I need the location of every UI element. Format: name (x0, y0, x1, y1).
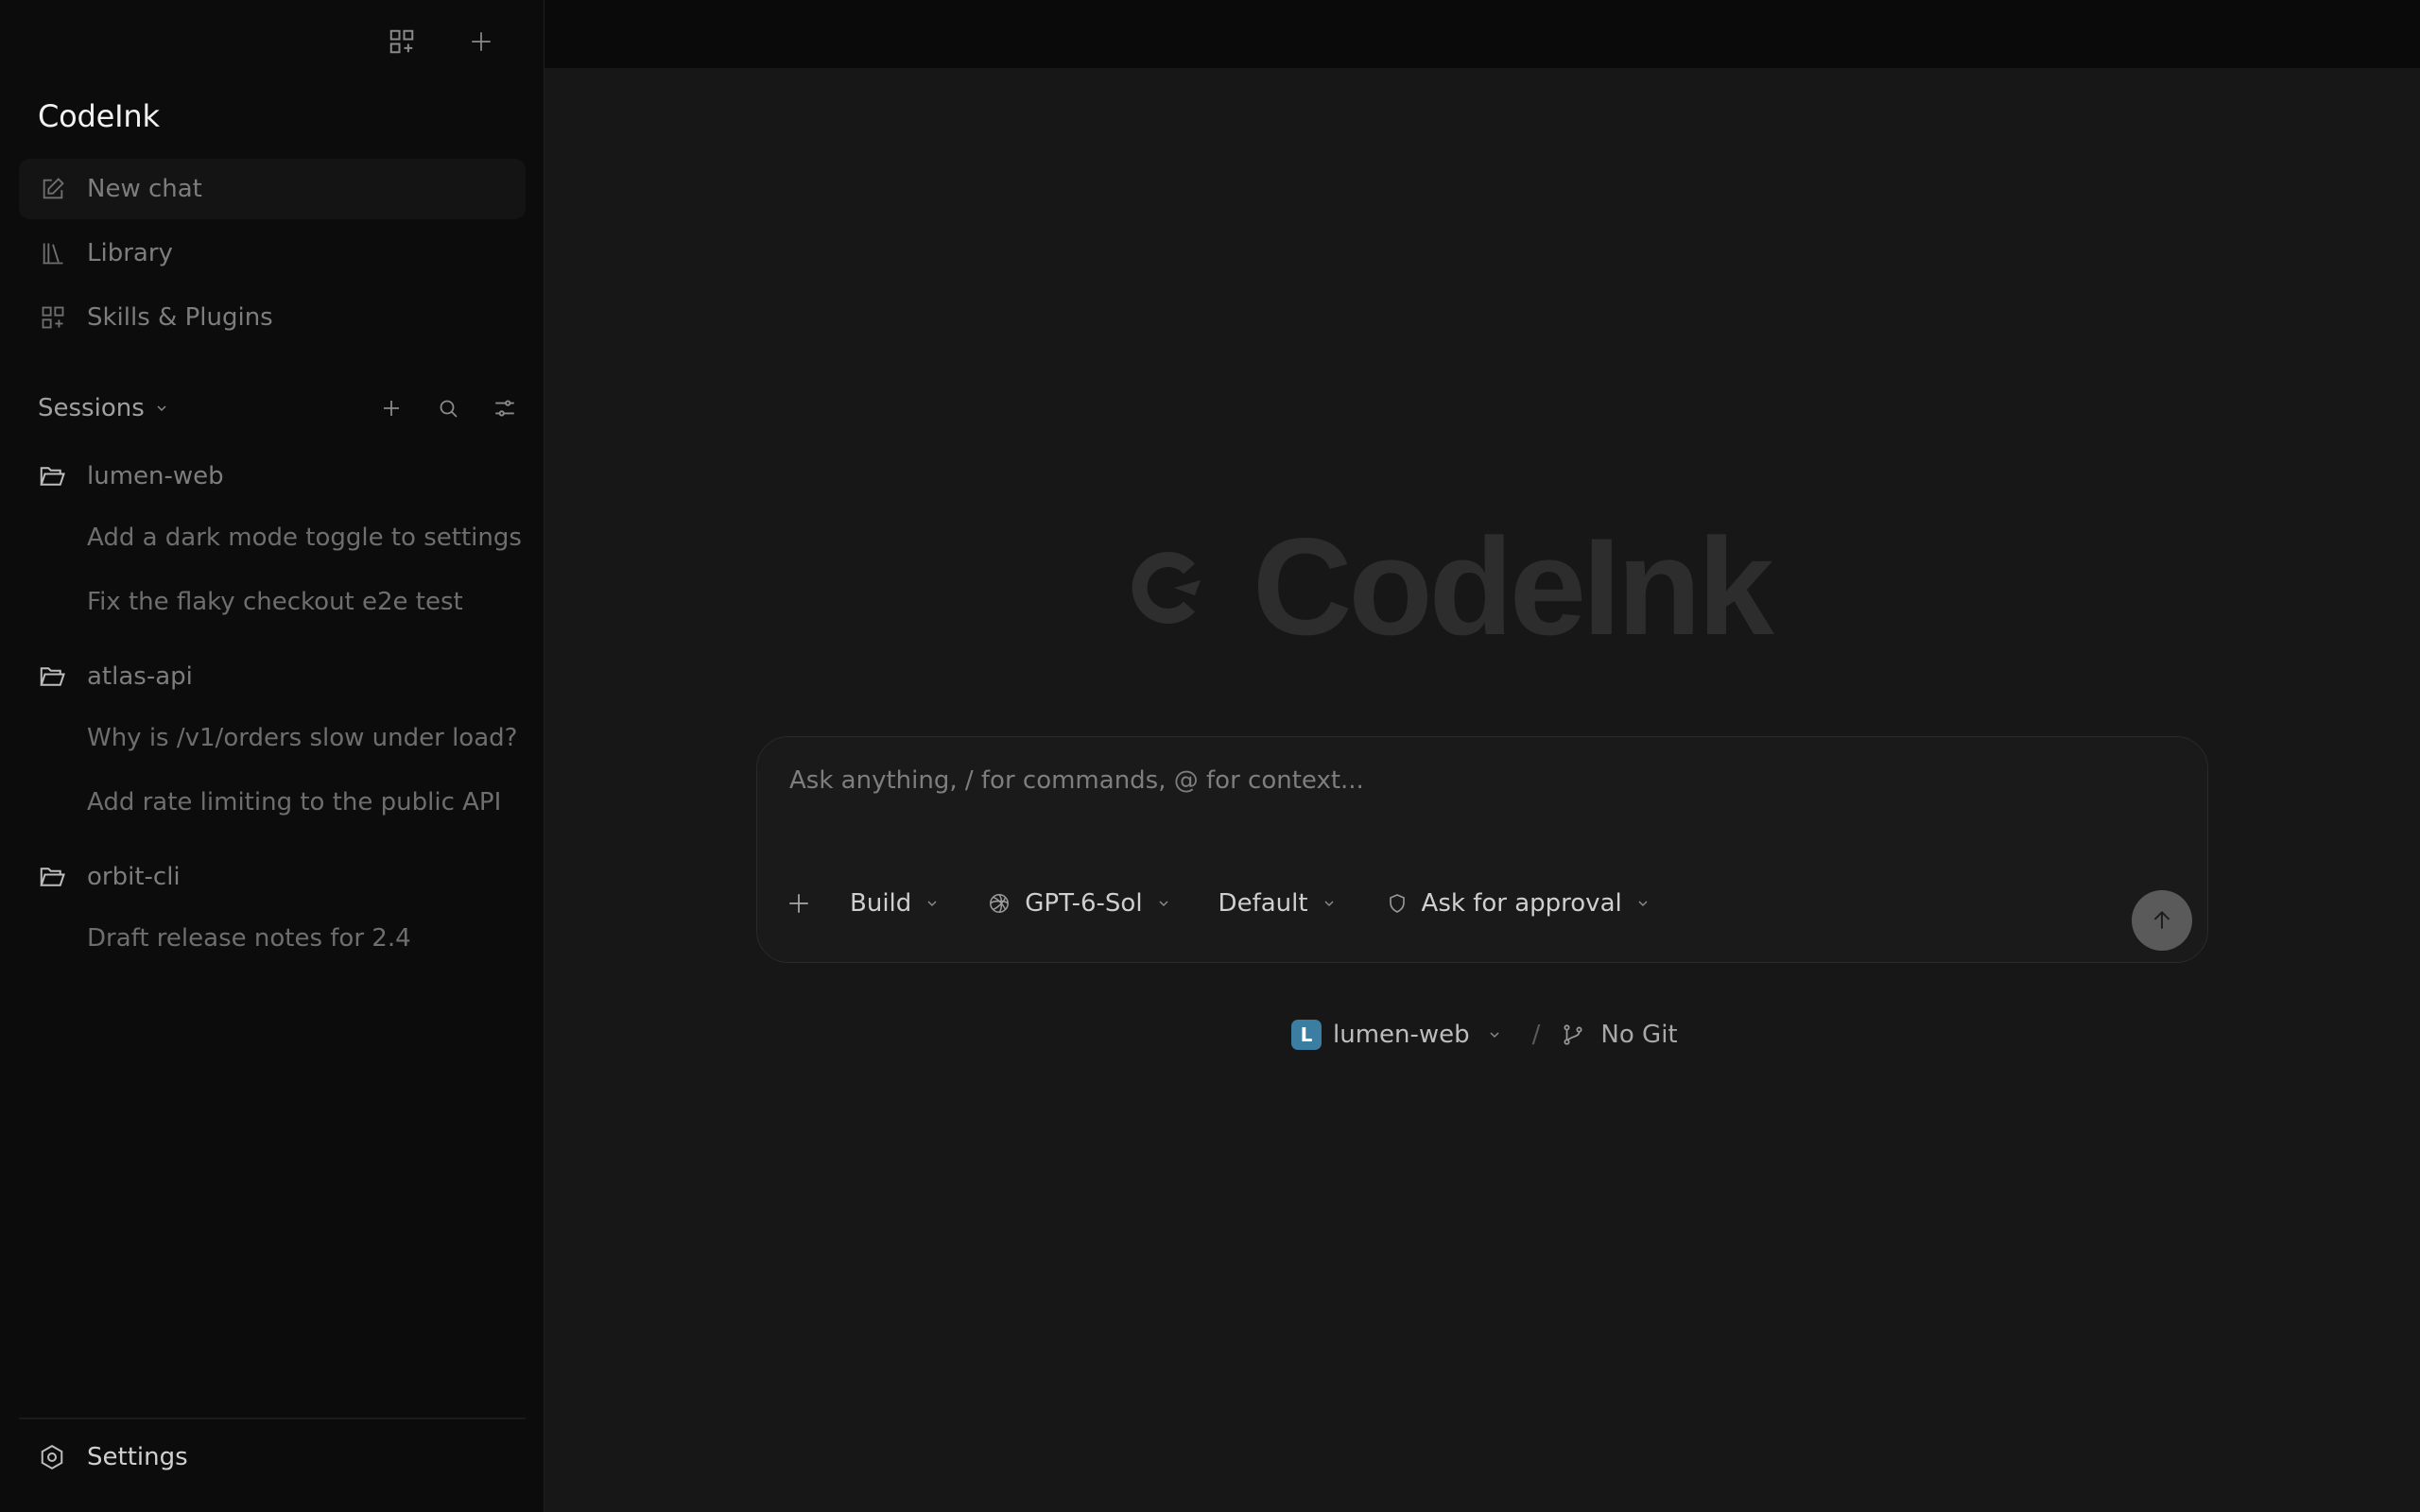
session-item[interactable]: Why is /v1/orders slow under load? (87, 715, 517, 761)
settings-icon (38, 1443, 68, 1471)
nav-library-label: Library (87, 239, 173, 267)
folder-open-icon (38, 662, 68, 691)
sessions-title[interactable]: Sessions (38, 394, 145, 422)
top-bar (544, 0, 2420, 68)
settings-divider (19, 1418, 526, 1419)
project-lumen-web[interactable]: lumen-web (38, 454, 224, 499)
profile-label: Default (1218, 889, 1308, 918)
folder-open-icon (38, 863, 68, 891)
logo-wordmark: CodeInk (1253, 509, 1774, 663)
sessions-actions (376, 387, 520, 429)
model-selector[interactable]: GPT-6-Sol (987, 881, 1170, 926)
git-branch-icon (1561, 1022, 1585, 1047)
project-name: lumen-web (87, 462, 224, 490)
shield-icon (1386, 892, 1409, 915)
model-label: GPT-6-Sol (1025, 889, 1143, 918)
session-item[interactable]: Add rate limiting to the public API (87, 780, 501, 825)
arrow-up-icon (2153, 910, 2170, 929)
session-item[interactable]: Draft release notes for 2.4 (87, 916, 411, 961)
plugins-icon (36, 301, 70, 335)
project-name: orbit-cli (87, 863, 181, 891)
send-button[interactable] (2132, 890, 2192, 951)
profile-selector[interactable]: Default (1219, 881, 1337, 926)
git-status[interactable]: No Git (1600, 1021, 1677, 1049)
approval-selector[interactable]: Ask for approval (1386, 881, 1651, 926)
add-widget-icon[interactable] (383, 23, 421, 60)
session-item[interactable]: Fix the flaky checkout e2e test (87, 579, 463, 625)
project-selector[interactable]: lumen-web (1333, 1021, 1470, 1049)
settings-button[interactable]: Settings (38, 1435, 188, 1480)
sidebar-top-tools (383, 23, 500, 60)
approval-label: Ask for approval (1421, 889, 1622, 918)
nav-skills-plugins[interactable]: Skills & Plugins (19, 287, 526, 348)
composer: Build GPT-6-Sol Default (756, 736, 2208, 963)
context-separator: / (1531, 1021, 1541, 1049)
library-icon (36, 236, 70, 270)
chevron-down-icon (925, 896, 940, 911)
edit-icon (36, 172, 70, 206)
search-icon[interactable] (433, 393, 463, 423)
project-orbit-cli[interactable]: orbit-cli (38, 854, 181, 900)
filter-icon[interactable] (490, 393, 520, 423)
folder-open-icon (38, 462, 68, 490)
new-tab-icon[interactable] (462, 23, 500, 60)
project-avatar: L (1291, 1020, 1322, 1050)
logo-mark-icon (1132, 552, 1201, 624)
project-name: atlas-api (87, 662, 193, 691)
app-brand: CodeInk (38, 98, 160, 134)
nav-new-chat[interactable]: New chat (19, 159, 526, 219)
chevron-down-icon (1322, 896, 1337, 911)
add-session-icon[interactable] (376, 393, 406, 423)
session-item[interactable]: Add a dark mode toggle to settings (87, 515, 522, 560)
composer-toolbar: Build GPT-6-Sol Default Ask for approval (784, 881, 1651, 926)
model-icon (987, 891, 1011, 916)
prompt-input[interactable] (787, 765, 2111, 796)
chevron-down-icon[interactable] (1487, 1027, 1502, 1042)
nav-skills-plugins-label: Skills & Plugins (87, 303, 273, 332)
nav-new-chat-label: New chat (87, 175, 202, 203)
mode-selector[interactable]: Build (850, 881, 940, 926)
sidebar: CodeInk New chat Library Skills & Plugin… (0, 0, 544, 1512)
chevron-down-icon (1635, 896, 1651, 911)
mode-label: Build (850, 889, 912, 918)
sessions-header: Sessions (38, 387, 520, 429)
app-logo: CodeInk (1106, 516, 1881, 658)
chevron-down-icon[interactable] (154, 401, 169, 416)
settings-label: Settings (87, 1443, 188, 1471)
add-attachment-icon[interactable] (784, 888, 814, 919)
context-row: L lumen-web / No Git (1291, 1016, 1678, 1054)
nav-library[interactable]: Library (19, 223, 526, 284)
chevron-down-icon (1156, 896, 1171, 911)
project-atlas-api[interactable]: atlas-api (38, 654, 193, 699)
